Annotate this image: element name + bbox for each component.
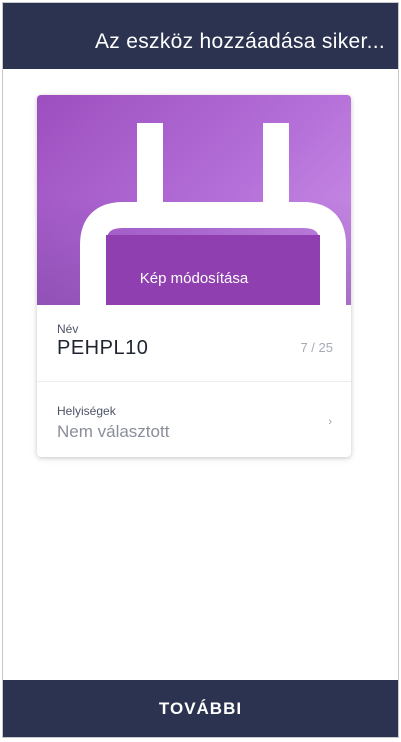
device-card: Kép módosítása Név PEHPL10 7 / 25 Helyis… <box>37 95 351 457</box>
chevron-right-icon: › <box>328 416 332 428</box>
app-screen: Az eszköz hozzáadása siker... Kép módosí… <box>2 2 399 738</box>
name-input[interactable]: PEHPL10 <box>57 337 148 360</box>
top-app-bar: Az eszköz hozzáadása siker... <box>3 3 398 69</box>
character-counter: 7 / 25 <box>300 340 333 355</box>
page-title: Az eszköz hozzáadása siker... <box>95 30 386 53</box>
rooms-label: Helyiségek <box>57 404 116 418</box>
rooms-selector[interactable]: Helyiségek Nem választott › <box>37 382 351 457</box>
device-name-field[interactable]: Név PEHPL10 7 / 25 <box>37 305 351 382</box>
rooms-value: Nem választott <box>57 422 170 441</box>
name-label: Név <box>57 322 79 336</box>
change-image-button[interactable]: Kép módosítása <box>37 270 351 287</box>
next-button[interactable]: TOVÁBBI <box>3 680 398 737</box>
device-image[interactable]: Kép módosítása <box>37 95 351 305</box>
